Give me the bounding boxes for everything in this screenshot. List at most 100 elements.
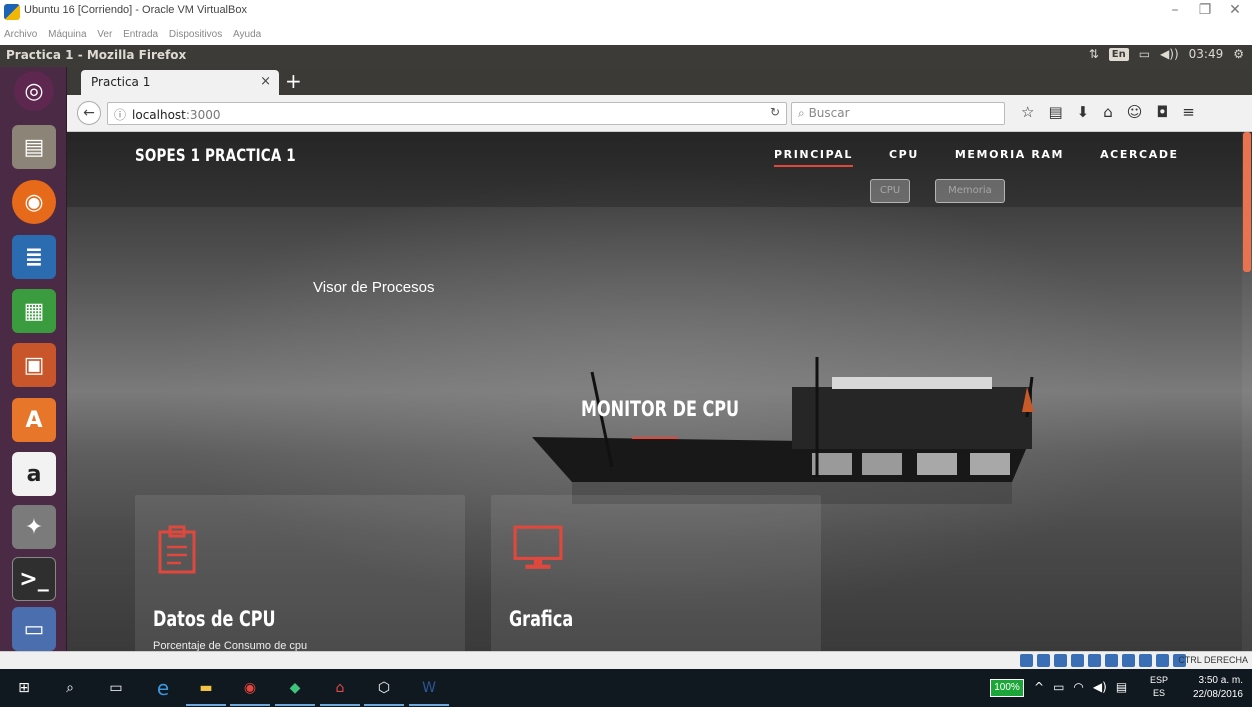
card-title: Datos de CPU bbox=[153, 607, 276, 631]
acrobat-icon[interactable]: ⌂ bbox=[330, 678, 350, 698]
reload-icon[interactable]: ↻ bbox=[770, 105, 780, 119]
scrollbar-thumb[interactable] bbox=[1243, 132, 1251, 272]
writer-icon[interactable]: ≣ bbox=[12, 235, 56, 279]
usb-icon[interactable] bbox=[1088, 654, 1101, 667]
word-icon[interactable]: W bbox=[419, 678, 439, 698]
menu-dispositivos[interactable]: Dispositivos bbox=[169, 29, 222, 40]
evernote-active-indicator bbox=[275, 704, 315, 706]
close-button[interactable]: ✕ bbox=[1220, 2, 1250, 18]
panel-clock[interactable]: 03:49 bbox=[1189, 47, 1224, 61]
battery-indicator[interactable]: 100% bbox=[990, 679, 1024, 697]
new-tab-button[interactable]: + bbox=[285, 69, 302, 93]
chrome-icon[interactable]: ◉ bbox=[240, 678, 260, 698]
menu-ayuda[interactable]: Ayuda bbox=[233, 29, 261, 40]
menu-archivo[interactable]: Archivo bbox=[4, 29, 37, 40]
firefox-icon[interactable]: ◉ bbox=[12, 180, 56, 224]
bookmark-star-icon[interactable]: ☆ bbox=[1021, 103, 1034, 121]
monitor-icon bbox=[513, 525, 563, 569]
minimize-button[interactable]: – bbox=[1160, 2, 1190, 18]
shared-folders-icon[interactable] bbox=[1105, 654, 1118, 667]
visor-label: Visor de Procesos bbox=[313, 279, 435, 296]
network-icon[interactable]: ▭ bbox=[1053, 680, 1064, 694]
volume-icon[interactable]: ◀)) bbox=[1160, 47, 1179, 61]
terminal-icon[interactable]: >_ bbox=[12, 557, 56, 601]
menu-maquina[interactable]: Máquina bbox=[48, 29, 86, 40]
page-viewport[interactable]: SOPES 1 PRACTICA 1 PRINCIPAL CPU MEMORIA… bbox=[67, 132, 1252, 651]
hard-disk-icon[interactable] bbox=[1020, 654, 1033, 667]
network-icon[interactable]: ⇅ bbox=[1089, 47, 1099, 61]
audio-icon[interactable] bbox=[1054, 654, 1067, 667]
firefox-nav-bar: ← ⓘ localhost:3000 ↻ ⌕ Buscar ☆ ▤ ⬇ ⌂ ☺ ◘… bbox=[67, 95, 1252, 132]
notifications-icon[interactable]: ▤ bbox=[1116, 680, 1127, 694]
hero-underline bbox=[632, 437, 678, 439]
workspaces-icon[interactable]: ▭ bbox=[12, 607, 56, 651]
download-icon[interactable]: ⬇ bbox=[1077, 103, 1090, 121]
card-grafica[interactable]: Grafica bbox=[491, 495, 821, 651]
evernote-icon[interactable]: ◆ bbox=[285, 678, 305, 698]
amazon-icon[interactable]: a bbox=[12, 452, 56, 496]
edge-icon[interactable]: e bbox=[153, 676, 173, 700]
home-icon[interactable]: ⌂ bbox=[1103, 103, 1113, 121]
menu-entrada[interactable]: Entrada bbox=[123, 29, 158, 40]
virtualbox-menu-bar: Archivo Máquina Ver Entrada Dispositivos… bbox=[0, 29, 600, 44]
search-input[interactable]: ⌕ Buscar bbox=[791, 102, 1005, 125]
software-center-icon[interactable]: A bbox=[12, 398, 56, 442]
optical-drive-icon[interactable] bbox=[1037, 654, 1050, 667]
maximize-button[interactable]: ❐ bbox=[1190, 2, 1220, 18]
site-info-icon[interactable]: ⓘ bbox=[114, 108, 126, 122]
nav-acercade[interactable]: ACERCADE bbox=[1100, 148, 1179, 161]
clipboard-icon bbox=[158, 525, 196, 574]
impress-icon[interactable]: ▣ bbox=[12, 343, 56, 387]
virtualbox-active-indicator bbox=[364, 704, 404, 706]
virtualbox-task-icon[interactable]: ⬡ bbox=[374, 678, 394, 698]
tab-close-button[interactable]: × bbox=[260, 74, 271, 89]
settings-icon[interactable]: ✦ bbox=[12, 505, 56, 549]
reading-list-icon[interactable]: ▤ bbox=[1048, 103, 1062, 121]
nav-memoria-ram[interactable]: MEMORIA RAM bbox=[955, 148, 1064, 161]
page-scrollbar[interactable] bbox=[1242, 132, 1252, 651]
task-view-icon[interactable]: ▭ bbox=[106, 678, 126, 698]
virtualbox-title-bar: Ubuntu 16 [Corriendo] - Oracle VM Virtua… bbox=[0, 0, 1252, 30]
calc-icon[interactable]: ▦ bbox=[12, 289, 56, 333]
files-icon[interactable]: ▤ bbox=[12, 125, 56, 169]
tab-title: Practica 1 bbox=[91, 75, 151, 89]
menu-icon[interactable]: ≡ bbox=[1182, 103, 1195, 121]
windows-start-icon[interactable]: ⊞ bbox=[14, 678, 34, 698]
gear-icon[interactable]: ⚙ bbox=[1233, 47, 1244, 61]
keyboard-layout-indicator[interactable]: En bbox=[1108, 47, 1129, 61]
ubuntu-dash-icon[interactable]: ◎ bbox=[14, 71, 54, 111]
url-port: :3000 bbox=[185, 108, 221, 122]
hero-title: MONITOR DE CPU bbox=[581, 397, 740, 421]
memoria-sub-button[interactable]: Memoria bbox=[935, 179, 1005, 203]
cpu-sub-button[interactable]: CPU bbox=[870, 179, 910, 203]
volume-icon[interactable]: ◀) bbox=[1093, 680, 1107, 694]
show-hidden-icons-icon[interactable]: ^ bbox=[1034, 680, 1044, 694]
system-tray: ^ ▭ ◠ ◀) ▤ bbox=[1034, 680, 1127, 694]
menu-ver[interactable]: Ver bbox=[97, 29, 112, 40]
site-brand[interactable]: SOPES 1 PRACTICA 1 bbox=[135, 146, 296, 166]
battery-icon[interactable]: ▭ bbox=[1139, 47, 1150, 61]
network-adapter-icon[interactable] bbox=[1071, 654, 1084, 667]
search-icon[interactable]: ⌕ bbox=[60, 678, 80, 698]
browser-tab[interactable]: Practica 1 × bbox=[81, 70, 279, 95]
chrome-active-indicator bbox=[230, 704, 270, 706]
card-datos-cpu[interactable]: Datos de CPU Porcentaje de Consumo de cp… bbox=[135, 495, 465, 651]
input-language[interactable]: ESP ES bbox=[1150, 674, 1168, 700]
nav-cpu[interactable]: CPU bbox=[889, 148, 919, 161]
display-icon[interactable] bbox=[1122, 654, 1135, 667]
url-bar[interactable]: ⓘ localhost:3000 ↻ bbox=[107, 102, 787, 125]
firefox-toolbar: ☆ ▤ ⬇ ⌂ ☺ ◘ ≡ bbox=[1021, 103, 1195, 121]
unity-launcher: ◎ ▤ ◉ ≣ ▦ ▣ A a ✦ >_ ▭ bbox=[0, 67, 67, 651]
back-button[interactable]: ← bbox=[77, 101, 101, 125]
cpu-indicator-icon[interactable] bbox=[1156, 654, 1169, 667]
virtualbox-app-icon bbox=[4, 4, 20, 20]
nav-principal[interactable]: PRINCIPAL bbox=[774, 148, 853, 167]
wifi-icon[interactable]: ◠ bbox=[1073, 680, 1083, 694]
taskbar-clock[interactable]: 3:50 a. m. 22/08/2016 bbox=[1183, 674, 1243, 702]
virtualbox-device-icons bbox=[1020, 654, 1186, 667]
video-capture-icon[interactable] bbox=[1139, 654, 1152, 667]
chat-icon[interactable]: ☺ bbox=[1127, 103, 1143, 121]
file-explorer-icon[interactable]: ▬ bbox=[196, 678, 216, 698]
pocket-icon[interactable]: ◘ bbox=[1156, 103, 1168, 121]
search-placeholder: Buscar bbox=[808, 106, 850, 120]
